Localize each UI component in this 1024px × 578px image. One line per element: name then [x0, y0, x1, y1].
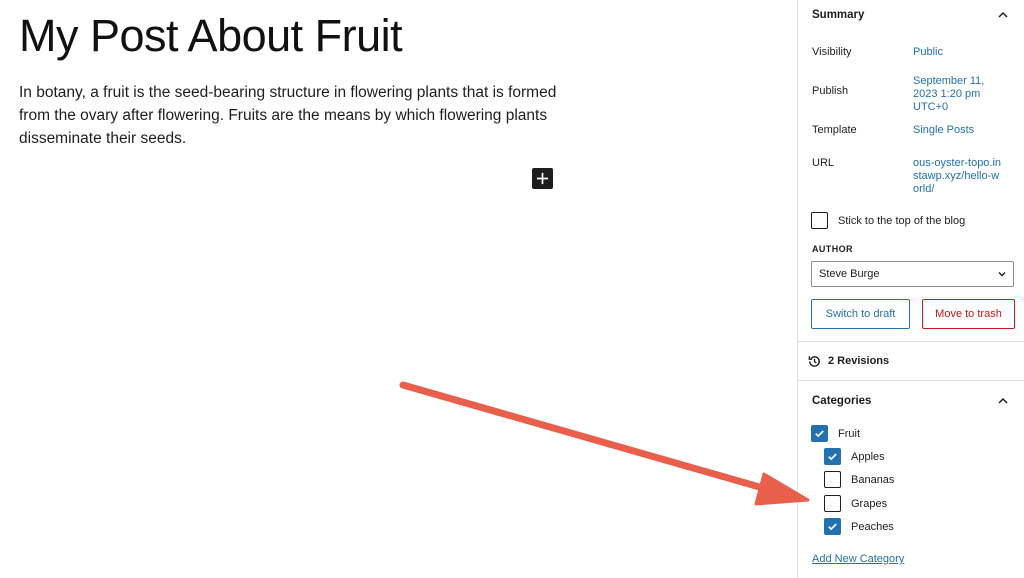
check-icon [815, 430, 824, 438]
categories-panel-header[interactable]: Categories [798, 381, 1024, 421]
categories-panel: Categories Fruit Apples Bananas Grapes P… [798, 381, 1024, 578]
chevron-down-icon [998, 272, 1006, 277]
sticky-label: Stick to the top of the blog [838, 214, 966, 227]
summary-heading: Summary [812, 8, 865, 21]
add-new-category-link[interactable]: Add New Category [812, 553, 904, 565]
editor-canvas: My Post About Fruit In botany, a fruit i… [0, 0, 797, 578]
category-label: Fruit [838, 427, 860, 440]
move-to-trash-button[interactable]: Move to trash [922, 299, 1015, 329]
category-checkbox[interactable] [824, 518, 841, 535]
publish-value[interactable]: September 11, 2023 1:20 pm UTC+0 [913, 75, 995, 114]
category-item-fruit[interactable]: Fruit [811, 425, 860, 442]
category-label: Grapes [851, 497, 888, 510]
url-value[interactable]: ous-oyster-topo.instawp.xyz/hello-world/ [913, 157, 1005, 196]
visibility-value[interactable]: Public [913, 46, 1003, 59]
author-label: AUTHOR [812, 244, 853, 254]
publish-label: Publish [812, 85, 849, 97]
settings-sidebar: Summary Visibility Public Publish Septem… [797, 0, 1024, 578]
category-item-bananas[interactable]: Bananas [824, 471, 894, 488]
category-label: Bananas [851, 473, 895, 486]
category-item-grapes[interactable]: Grapes [824, 495, 887, 512]
check-icon [828, 523, 837, 531]
template-label: Template [812, 124, 857, 136]
sticky-option[interactable]: Stick to the top of the blog [811, 212, 965, 229]
block-inserter-button[interactable] [532, 168, 553, 189]
sticky-checkbox[interactable] [811, 212, 828, 229]
summary-panel: Summary Visibility Public Publish Septem… [798, 0, 1024, 342]
template-value[interactable]: Single Posts [913, 124, 1003, 137]
category-checkbox[interactable] [824, 495, 841, 512]
author-selected-value: Steve Burge [819, 268, 880, 280]
post-paragraph[interactable]: In botany, a fruit is the seed-bearing s… [19, 81, 559, 150]
history-icon [808, 355, 820, 367]
category-label: Apples [851, 450, 885, 463]
visibility-label: Visibility [812, 46, 852, 58]
plus-icon [536, 172, 549, 185]
url-label: URL [812, 157, 835, 169]
category-checkbox[interactable] [824, 448, 841, 465]
category-checkbox[interactable] [824, 471, 841, 488]
chevron-up-icon[interactable] [996, 8, 1010, 22]
post-title[interactable]: My Post About Fruit [19, 10, 403, 62]
chevron-up-icon[interactable] [996, 394, 1010, 408]
author-select[interactable]: Steve Burge [811, 261, 1014, 287]
category-label: Peaches [851, 520, 894, 533]
category-item-apples[interactable]: Apples [824, 448, 885, 465]
category-item-peaches[interactable]: Peaches [824, 518, 894, 535]
revisions-link[interactable]: 2 Revisions [798, 342, 1024, 381]
revisions-label: 2 Revisions [828, 355, 890, 367]
summary-panel-header[interactable]: Summary [798, 0, 1024, 28]
check-icon [828, 453, 837, 461]
category-checkbox[interactable] [811, 425, 828, 442]
switch-to-draft-button[interactable]: Switch to draft [811, 299, 910, 329]
categories-heading: Categories [812, 395, 872, 407]
